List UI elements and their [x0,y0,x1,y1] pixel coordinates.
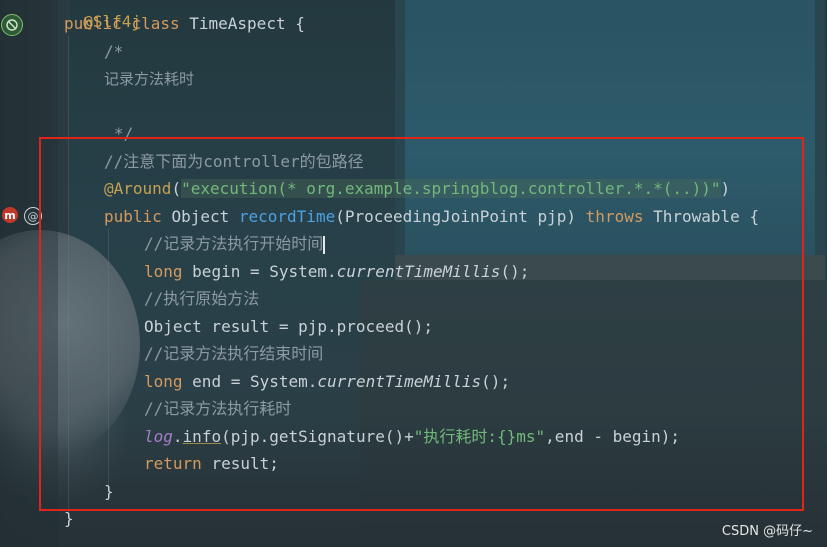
kw-class: class [131,14,180,33]
editor-gutter [0,0,58,547]
aspect-icon[interactable] [1,14,23,36]
log-tail: ,end - begin); [545,427,681,446]
around-paren-open: ( [171,179,182,198]
code-line-class-close: } [64,509,74,528]
kw-public: public [64,14,122,33]
code-line-end: long end = System.currentTimeMillis(); [144,371,510,393]
code-line-comment-close: */ [114,124,134,143]
method-return-type: Object [171,207,230,226]
begin-assign: begin = System. [192,262,337,281]
comment-start-text: //记录方法执行开始时间 [144,234,324,253]
method-params: (ProceedingJoinPoint pjp) [335,207,577,226]
method-exception: Throwable { [653,207,760,226]
code-line-comment-pkg: //注意下面为controller的包路径 [104,152,364,171]
around-annotation: @Around [104,179,172,198]
code-line-return: return result; [144,453,279,475]
code-line-method-close: } [104,482,114,501]
log-field: log [144,427,173,446]
indent-guide-2 [108,228,109,488]
code-line-comment-exec: //执行原始方法 [144,289,260,308]
return-value: result; [211,454,279,473]
method-name: recordTime [238,207,336,226]
aspect-glyph-icon [6,19,18,31]
log-dot: . [172,427,183,446]
code-line-comment-end: //记录方法执行结束时间 [144,344,324,363]
code-line-comment-cost: //记录方法执行耗时 [144,399,292,418]
code-line-class-decl: public class TimeAspect { [64,13,305,35]
code-line-result: Object result = pjp.proceed(); [144,317,433,336]
kw-long-end: long [144,372,183,391]
log-args: (pjp.getSignature()+ [221,427,414,446]
code-line-annotation-partial: @Slf4j [64,0,141,31]
code-line-comment-text: 记录方法耗时 [104,70,195,88]
kw-return: return [144,454,202,473]
begin-call: currentTimeMillis [336,262,501,281]
kw-public-method: public [104,207,162,226]
method-override-icon[interactable]: m [2,207,18,223]
log-info-call: info [182,427,222,446]
code-line-method-decl: public Object recordTime(ProceedingJoinP… [104,206,759,228]
kw-throws: throws [585,207,644,226]
indent-guide-1 [68,36,69,516]
log-string: "执行耗时:{}ms" [413,427,546,446]
around-expression: "execution(* org.example.springblog.cont… [181,179,721,198]
end-assign: end = System. [192,372,318,391]
text-caret [323,235,326,254]
code-line-around: @Around("execution(* org.example.springb… [104,178,730,200]
end-call: currentTimeMillis [317,372,482,391]
annotation-at-icon[interactable]: @ [24,207,42,225]
code-line-begin: long begin = System.currentTimeMillis(); [144,261,529,283]
end-end: (); [481,372,511,391]
code-line-comment-open: /* [104,42,124,61]
code-line-log: log.info(pjp.getSignature()+"执行耗时:{}ms",… [144,426,680,448]
class-name: TimeAspect { [189,14,305,33]
code-line-comment-start: //记录方法执行开始时间 [144,233,326,255]
around-paren-close: ) [720,179,731,198]
kw-long-begin: long [144,262,183,281]
begin-end: (); [500,262,530,281]
csdn-watermark: CSDN @码仔~ [721,524,813,539]
